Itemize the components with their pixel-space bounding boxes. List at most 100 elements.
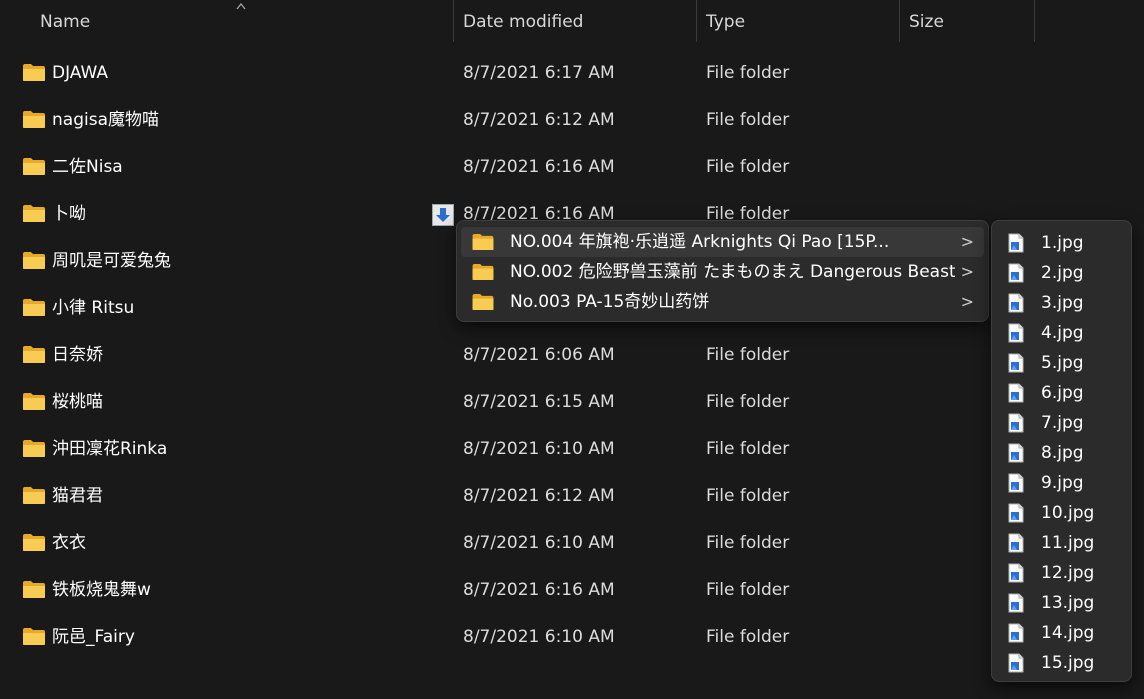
folder-name: 日奈娇 [52,345,103,365]
submenu-item-label: No.003 PA-15奇妙山药饼 [510,292,710,312]
date-modified: 8/7/2021 6:10 AM [463,533,615,553]
folder-name: DJAWA [52,63,109,83]
folder-icon [23,628,45,645]
folder-icon [472,263,494,281]
file-menu-item[interactable]: 15.jpg [996,648,1127,678]
column-header-size[interactable]: Size [901,0,1033,42]
submenu-item-label: NO.004 年旗袍·乐逍遥 Arknights Qi Pao [15P... [510,232,890,252]
file-menu-item[interactable]: 1.jpg [996,228,1127,258]
folder-row[interactable]: 沖田凜花Rinka 8/7/2021 6:10 AM File folder [0,426,1000,473]
image-file-icon [1008,233,1024,253]
image-file-icon [1008,413,1024,433]
file-menu-item[interactable]: 14.jpg [996,618,1127,648]
item-type: File folder [706,110,790,130]
folder-icon [23,252,45,269]
date-modified: 8/7/2021 6:12 AM [463,110,615,130]
submenu-folder-item[interactable]: NO.002 危险野兽玉藻前 たまものまえ Dangerous Beast...… [461,257,984,287]
file-name: 8.jpg [1041,443,1084,463]
column-header-name[interactable]: Name [32,0,452,42]
file-menu-item[interactable]: 7.jpg [996,408,1127,438]
date-modified: 8/7/2021 6:17 AM [463,63,615,83]
folder-name: 沖田凜花Rinka [52,439,168,459]
folder-row[interactable]: nagisa魔物喵 8/7/2021 6:12 AM File folder [0,97,1000,144]
date-modified: 8/7/2021 6:16 AM [463,157,615,177]
folder-name: 卜呦 [52,204,86,224]
item-type: File folder [706,157,790,177]
folder-name: 周叽是可爱兔兔 [52,251,171,271]
file-name: 2.jpg [1041,263,1084,283]
column-header-type[interactable]: Type [698,0,898,42]
folder-name: 衣衣 [52,533,86,553]
image-file-icon [1008,443,1024,463]
submenu-folder-item[interactable]: NO.004 年旗袍·乐逍遥 Arknights Qi Pao [15P... > [461,227,984,257]
file-menu-item[interactable]: 10.jpg [996,498,1127,528]
folder-row[interactable]: 衣衣 8/7/2021 6:10 AM File folder [0,520,1000,567]
folder-name: 桜桃喵 [52,392,103,412]
file-menu-item[interactable]: 9.jpg [996,468,1127,498]
image-file-icon [1008,533,1024,553]
file-menu-item[interactable]: 6.jpg [996,378,1127,408]
image-file-icon [1008,593,1024,613]
file-menu-item[interactable]: 5.jpg [996,348,1127,378]
folder-icon [23,346,45,363]
folder-row[interactable]: 阮邑_Fairy 8/7/2021 6:10 AM File folder [0,614,1000,661]
file-menu-item[interactable]: 3.jpg [996,288,1127,318]
folder-icon [472,293,494,311]
date-modified: 8/7/2021 6:10 AM [463,439,615,459]
column-header-date-modified[interactable]: Date modified [455,0,695,42]
file-name: 9.jpg [1041,473,1084,493]
file-name: 15.jpg [1041,653,1095,673]
column-header-bar: Name Date modified Type Size [0,0,1144,42]
folder-name: nagisa魔物喵 [52,110,159,130]
folder-icon [23,299,45,316]
folder-row[interactable]: 二佐Nisa 8/7/2021 6:16 AM File folder [0,144,1000,191]
folder-row[interactable]: 日奈娇 8/7/2021 6:06 AM File folder [0,332,1000,379]
image-file-icon [1008,383,1024,403]
date-modified: 8/7/2021 6:15 AM [463,392,615,412]
file-name: 5.jpg [1041,353,1084,373]
submenu-item-label: NO.002 危险野兽玉藻前 たまものまえ Dangerous Beast... [510,262,955,282]
file-name: 13.jpg [1041,593,1095,613]
column-divider[interactable] [453,0,454,42]
folder-row[interactable]: 猫君君 8/7/2021 6:12 AM File folder [0,473,1000,520]
file-name: 3.jpg [1041,293,1084,313]
folder-icon [23,534,45,551]
file-name: 14.jpg [1041,623,1095,643]
image-file-icon [1008,263,1024,283]
item-type: File folder [706,439,790,459]
file-menu-item[interactable]: 13.jpg [996,588,1127,618]
chevron-right-icon: > [960,292,974,311]
file-name: 4.jpg [1041,323,1084,343]
item-type: File folder [706,486,790,506]
image-file-icon [1008,623,1024,643]
column-divider[interactable] [1034,0,1035,42]
image-file-icon [1008,293,1024,313]
file-menu-item[interactable]: 11.jpg [996,528,1127,558]
column-divider[interactable] [899,0,900,42]
date-modified: 8/7/2021 6:10 AM [463,627,615,647]
folder-row[interactable]: 桜桃喵 8/7/2021 6:15 AM File folder [0,379,1000,426]
file-menu-item[interactable]: 8.jpg [996,438,1127,468]
folder-row[interactable]: DJAWA 8/7/2021 6:17 AM File folder [0,50,1000,97]
file-menu-item[interactable]: 12.jpg [996,558,1127,588]
folder-icon [472,233,494,251]
folder-icon [23,393,45,410]
folder-icon [23,440,45,457]
download-icon[interactable] [432,204,454,226]
folder-name: 阮邑_Fairy [52,627,135,647]
item-type: File folder [706,533,790,553]
item-type: File folder [706,345,790,365]
folder-row[interactable]: 铁板烧鬼舞w 8/7/2021 6:16 AM File folder [0,567,1000,614]
submenu-folder-item[interactable]: No.003 PA-15奇妙山药饼 > [461,287,984,317]
date-modified: 8/7/2021 6:16 AM [463,580,615,600]
folder-icon [23,111,45,128]
cascade-submenu: NO.004 年旗袍·乐逍遥 Arknights Qi Pao [15P... >… [456,220,989,322]
file-menu-item[interactable]: 4.jpg [996,318,1127,348]
file-name: 11.jpg [1041,533,1095,553]
folder-name: 二佐Nisa [52,157,123,177]
folder-icon [23,64,45,81]
item-type: File folder [706,63,790,83]
image-file-icon [1008,353,1024,373]
file-menu-item[interactable]: 2.jpg [996,258,1127,288]
column-divider[interactable] [696,0,697,42]
